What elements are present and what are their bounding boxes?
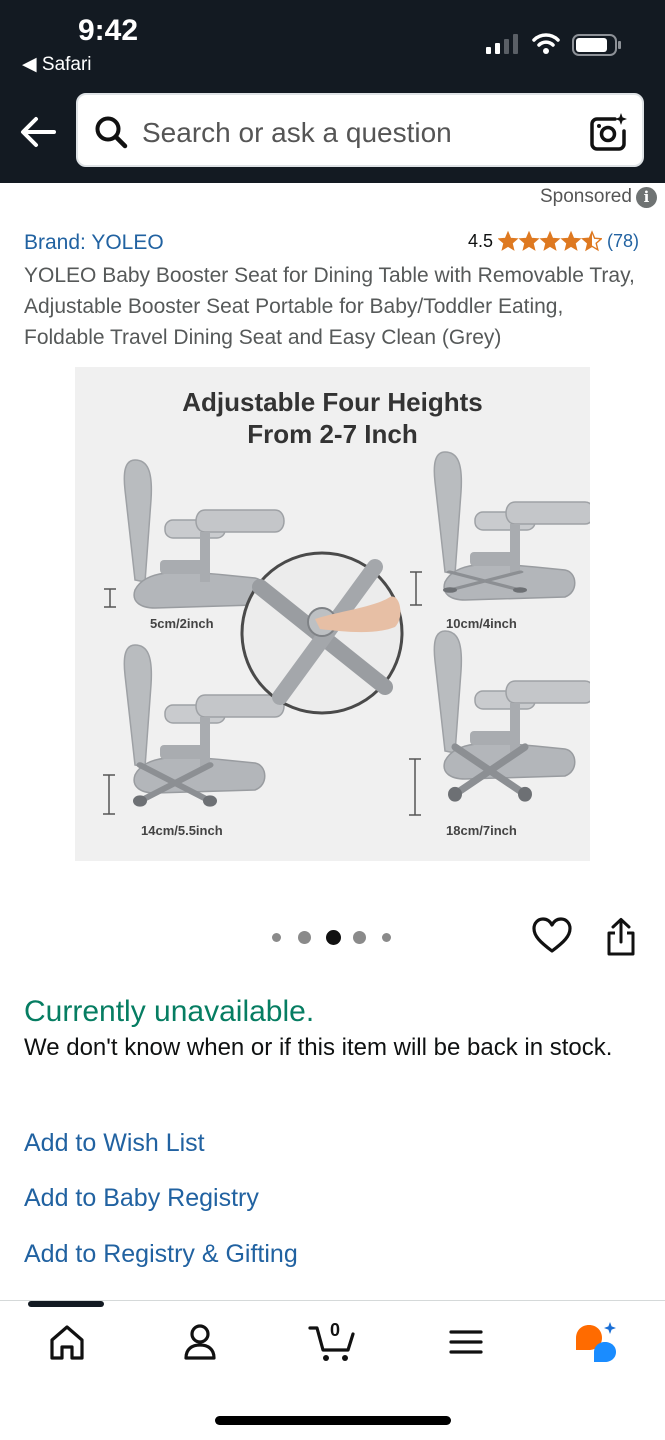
carousel-dots[interactable] [272,928,396,946]
status-time: 9:42 [78,14,139,47]
active-tab-indicator [28,1301,104,1307]
carousel-dot-active[interactable] [326,930,341,945]
review-count-link[interactable]: (78) [607,231,639,252]
height-label-3: 14cm/5.5inch [141,823,223,838]
rufus-icon[interactable] [572,1320,620,1364]
availability-status: Currently unavailable. [24,995,315,1028]
star-rating-icon[interactable] [498,229,602,253]
carousel-dot[interactable] [298,931,311,944]
height-label-1: 5cm/2inch [150,616,214,631]
rating-value: 4.5 [468,231,494,251]
cart-button[interactable]: 0 [308,1320,358,1364]
carousel-dot[interactable] [353,931,366,944]
availability-message: We don't know when or if this item will … [24,1034,613,1061]
product-title: YOLEO Baby Booster Seat for Dining Table… [24,264,635,349]
menu-icon[interactable] [446,1320,486,1364]
brand-link[interactable]: Brand: YOLEO [24,231,164,255]
add-to-registry-gifting-link[interactable]: Add to Registry & Gifting [24,1240,298,1269]
cart-count: 0 [330,1320,341,1340]
home-indicator [215,1416,451,1425]
cellular-signal-icon [486,34,518,54]
booster-seat-illustration [103,451,590,816]
add-to-baby-registry-link[interactable]: Add to Baby Registry [24,1184,259,1213]
sponsored-label: Sponsored [540,186,632,207]
search-icon [95,116,128,149]
back-arrow-icon[interactable] [18,112,58,152]
product-image[interactable]: Adjustable Four Heights From 2-7 Inch 5c… [75,367,590,861]
info-icon[interactable]: i [636,187,657,208]
top-header: 9:42 ◀ Safari Search or ask a question [0,0,665,183]
add-to-wish-list-link[interactable]: Add to Wish List [24,1129,205,1158]
search-placeholder: Search or ask a question [142,117,452,148]
back-to-safari[interactable]: ◀ Safari [22,53,92,76]
search-input[interactable]: Search or ask a question [76,93,644,167]
height-label-4: 18cm/7inch [446,823,517,838]
battery-icon [572,34,621,56]
account-icon[interactable] [180,1320,220,1364]
share-icon[interactable] [604,917,638,957]
wifi-icon [532,33,560,54]
carousel-dot[interactable] [382,933,391,942]
heart-icon[interactable] [532,917,572,955]
camera-lens-icon[interactable] [590,113,628,151]
home-icon[interactable] [47,1320,87,1364]
carousel-dot[interactable] [272,933,281,942]
height-label-2: 10cm/4inch [446,616,517,631]
